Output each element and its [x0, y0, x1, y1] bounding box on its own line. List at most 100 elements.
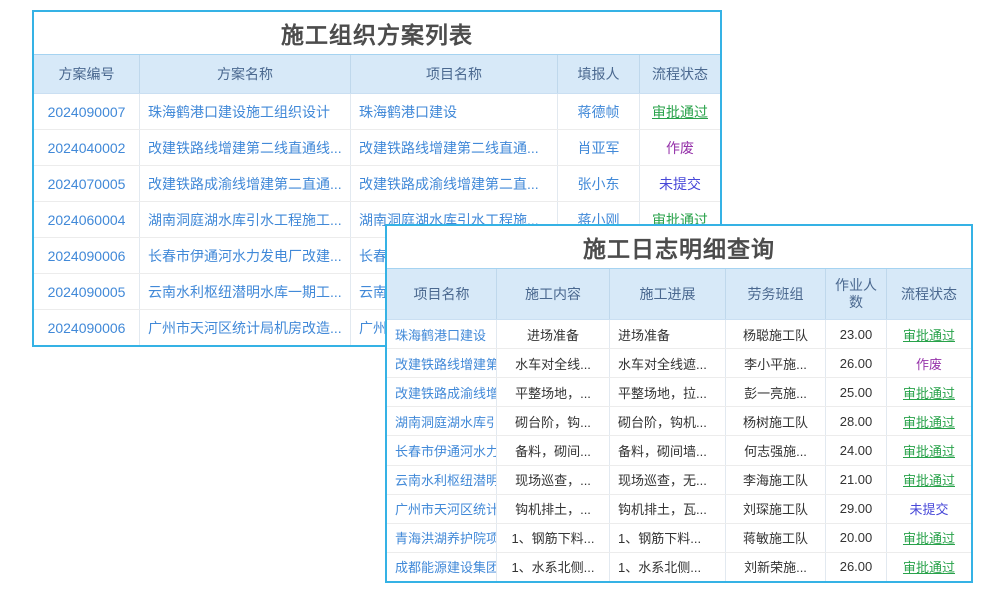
workers-cell: 21.00 [826, 466, 887, 494]
workers-cell: 23.00 [826, 320, 887, 348]
content-cell: 钩机排土，... [497, 495, 610, 523]
page: 施工组织方案列表 方案编号 方案名称 项目名称 填报人 流程状态 2024090… [0, 0, 1000, 600]
status-badge[interactable]: 审批通过 [887, 436, 971, 464]
progress-cell: 砌台阶，钩机... [610, 407, 726, 435]
status-badge[interactable]: 未提交 [640, 166, 720, 201]
plan-name-cell[interactable]: 珠海鹤港口建设施工组织设计 [140, 94, 351, 129]
plan-id-cell[interactable]: 2024090005 [34, 274, 140, 309]
plan-name-cell[interactable]: 改建铁路线增建第二线直通线... [140, 130, 351, 165]
content-cell: 1、水系北侧... [497, 553, 610, 581]
project-name-cell[interactable]: 成都能源建设集团 [387, 553, 497, 581]
project-name-cell[interactable]: 改建铁路成渝线增建第 [387, 378, 497, 406]
workers-cell: 20.00 [826, 524, 887, 552]
status-badge[interactable]: 审批通过 [887, 320, 971, 348]
team-cell: 彭一亮施... [726, 378, 826, 406]
plan-id-cell[interactable]: 2024090006 [34, 238, 140, 273]
team-cell: 刘新荣施... [726, 553, 826, 581]
table-row[interactable]: 改建铁路线增建第二线 水车对全线... 水车对全线遮... 李小平施... 26… [387, 349, 971, 378]
team-cell: 李小平施... [726, 349, 826, 377]
project-name-cell[interactable]: 湖南洞庭湖水库引水工 [387, 407, 497, 435]
table-row[interactable]: 广州市天河区统计局机 钩机排土，... 钩机排土，瓦... 刘琛施工队 29.0… [387, 495, 971, 524]
plan-name-cell[interactable]: 广州市天河区统计局机房改造... [140, 310, 351, 345]
table-row[interactable]: 2024070005 改建铁路成渝线增建第二直通... 改建铁路成渝线增建第二直… [34, 166, 720, 202]
reporter-cell: 张小东 [558, 166, 640, 201]
plan-id-cell[interactable]: 2024060004 [34, 202, 140, 237]
plan-name-cell[interactable]: 改建铁路成渝线增建第二直通... [140, 166, 351, 201]
project-name-cell[interactable]: 改建铁路线增建第二线直通... [351, 130, 558, 165]
project-name-cell[interactable]: 珠海鹤港口建设 [351, 94, 558, 129]
workers-cell: 28.00 [826, 407, 887, 435]
workers-cell: 25.00 [826, 378, 887, 406]
status-badge[interactable]: 审批通过 [887, 466, 971, 494]
plan-list-header-status: 流程状态 [640, 55, 720, 93]
plan-list-header-plan-name: 方案名称 [140, 55, 351, 93]
team-cell: 杨聪施工队 [726, 320, 826, 348]
reporter-cell: 肖亚军 [558, 130, 640, 165]
log-query-window: 施工日志明细查询 项目名称 施工内容 施工进展 劳务班组 作业人数 流程状态 珠… [385, 224, 973, 583]
plan-id-cell[interactable]: 2024090006 [34, 310, 140, 345]
status-badge[interactable]: 审批通过 [887, 378, 971, 406]
table-row[interactable]: 成都能源建设集团 1、水系北侧... 1、水系北侧... 刘新荣施... 26.… [387, 553, 971, 581]
content-cell: 水车对全线... [497, 349, 610, 377]
log-query-title: 施工日志明细查询 [387, 226, 971, 269]
workers-cell: 26.00 [826, 553, 887, 581]
status-badge[interactable]: 作废 [640, 130, 720, 165]
reporter-cell: 蒋德帧 [558, 94, 640, 129]
table-row[interactable]: 湖南洞庭湖水库引水工 砌台阶，钩... 砌台阶，钩机... 杨树施工队 28.0… [387, 407, 971, 436]
plan-id-cell[interactable]: 2024090007 [34, 94, 140, 129]
project-name-cell[interactable]: 珠海鹤港口建设 [387, 320, 497, 348]
log-header-team: 劳务班组 [726, 269, 826, 319]
log-header-content: 施工内容 [497, 269, 610, 319]
plan-name-cell[interactable]: 长春市伊通河水力发电厂改建... [140, 238, 351, 273]
project-name-cell[interactable]: 云南水利枢纽潜明水库 [387, 466, 497, 494]
plan-name-cell[interactable]: 云南水利枢纽潜明水库一期工... [140, 274, 351, 309]
content-cell: 平整场地，... [497, 378, 610, 406]
table-row[interactable]: 云南水利枢纽潜明水库 现场巡查，... 现场巡查，无... 李海施工队 21.0… [387, 466, 971, 495]
progress-cell: 钩机排土，瓦... [610, 495, 726, 523]
plan-list-header-row: 方案编号 方案名称 项目名称 填报人 流程状态 [34, 55, 720, 94]
progress-cell: 水车对全线遮... [610, 349, 726, 377]
plan-name-cell[interactable]: 湖南洞庭湖水库引水工程施工... [140, 202, 351, 237]
team-cell: 李海施工队 [726, 466, 826, 494]
log-query-header-row: 项目名称 施工内容 施工进展 劳务班组 作业人数 流程状态 [387, 269, 971, 320]
progress-cell: 1、钢筋下料... [610, 524, 726, 552]
table-row[interactable]: 珠海鹤港口建设 进场准备 进场准备 杨聪施工队 23.00 审批通过 [387, 320, 971, 349]
project-name-cell[interactable]: 广州市天河区统计局机 [387, 495, 497, 523]
status-badge[interactable]: 作废 [887, 349, 971, 377]
progress-cell: 现场巡查，无... [610, 466, 726, 494]
team-cell: 蒋敏施工队 [726, 524, 826, 552]
log-header-status: 流程状态 [887, 269, 971, 319]
progress-cell: 平整场地，拉... [610, 378, 726, 406]
plan-list-header-reporter: 填报人 [558, 55, 640, 93]
project-name-cell[interactable]: 改建铁路成渝线增建第二直... [351, 166, 558, 201]
plan-list-header-project-name: 项目名称 [351, 55, 558, 93]
workers-cell: 29.00 [826, 495, 887, 523]
content-cell: 备料，砌间... [497, 436, 610, 464]
status-badge[interactable]: 审批通过 [887, 553, 971, 581]
status-badge[interactable]: 审批通过 [887, 407, 971, 435]
plan-id-cell[interactable]: 2024070005 [34, 166, 140, 201]
content-cell: 1、钢筋下料... [497, 524, 610, 552]
log-header-project-name: 项目名称 [387, 269, 497, 319]
log-query-body: 珠海鹤港口建设 进场准备 进场准备 杨聪施工队 23.00 审批通过 改建铁路线… [387, 320, 971, 581]
project-name-cell[interactable]: 青海洪湖养护院项目 [387, 524, 497, 552]
plan-list-header-plan-id: 方案编号 [34, 55, 140, 93]
table-row[interactable]: 改建铁路成渝线增建第 平整场地，... 平整场地，拉... 彭一亮施... 25… [387, 378, 971, 407]
team-cell: 何志强施... [726, 436, 826, 464]
content-cell: 砌台阶，钩... [497, 407, 610, 435]
content-cell: 现场巡查，... [497, 466, 610, 494]
status-badge[interactable]: 审批通过 [640, 94, 720, 129]
log-header-progress: 施工进展 [610, 269, 726, 319]
table-row[interactable]: 2024040002 改建铁路线增建第二线直通线... 改建铁路线增建第二线直通… [34, 130, 720, 166]
status-badge[interactable]: 审批通过 [887, 524, 971, 552]
status-badge[interactable]: 未提交 [887, 495, 971, 523]
plan-id-cell[interactable]: 2024040002 [34, 130, 140, 165]
table-row[interactable]: 长春市伊通河水力发电 备料，砌间... 备料，砌间墙... 何志强施... 24… [387, 436, 971, 465]
table-row[interactable]: 2024090007 珠海鹤港口建设施工组织设计 珠海鹤港口建设 蒋德帧 审批通… [34, 94, 720, 130]
table-row[interactable]: 青海洪湖养护院项目 1、钢筋下料... 1、钢筋下料... 蒋敏施工队 20.0… [387, 524, 971, 553]
project-name-cell[interactable]: 改建铁路线增建第二线 [387, 349, 497, 377]
workers-cell: 24.00 [826, 436, 887, 464]
project-name-cell[interactable]: 长春市伊通河水力发电 [387, 436, 497, 464]
progress-cell: 备料，砌间墙... [610, 436, 726, 464]
progress-cell: 1、水系北侧... [610, 553, 726, 581]
